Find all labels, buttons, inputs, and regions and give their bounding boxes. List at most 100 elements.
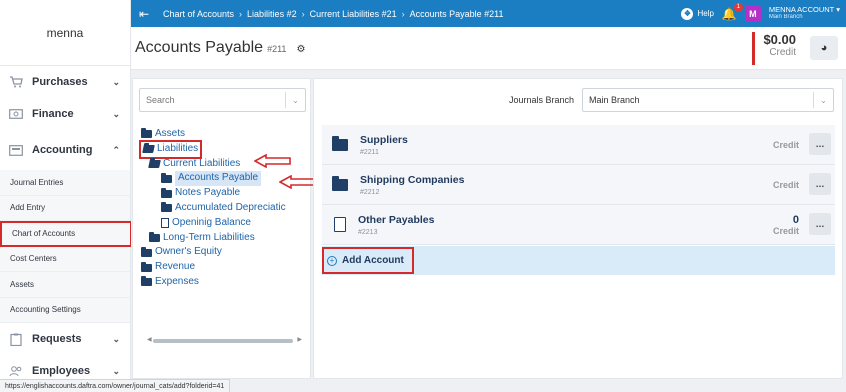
top-right-controls: ❖ Help 🔔 1 M MENNA ACCOUNT ▾ Main Branch [681,0,840,27]
document-icon [326,217,354,232]
collapse-menu-icon[interactable]: ⇤ [133,7,155,21]
account-list: Suppliers #2211 Credit … Shipping Compan… [322,125,835,275]
status-bar-url: https://englishaccounts.daftra.com/owner… [0,379,231,392]
account-row-other-payables[interactable]: Other Payables #2213 0 Credit … [322,205,835,245]
tree-node-label: Revenue [155,261,196,273]
account-row-suppliers[interactable]: Suppliers #2211 Credit … [322,125,835,165]
sidebar-item-finance[interactable]: Finance ⌄ [0,98,130,130]
chevron-down-icon[interactable]: ⌄ [813,92,833,108]
cart-icon [8,75,24,89]
accounts-panel: Journals Branch Main Branch ⌄ Suppliers … [313,78,843,379]
chevron-down-icon[interactable]: ⌄ [285,92,305,108]
chevron-down-icon: ⌄ [112,76,120,87]
horizontal-scrollbar[interactable]: ◀ ▶ [147,336,302,344]
sidebar-item-accounting[interactable]: Accounting ⌃ [0,130,130,170]
sidebar-item-requests[interactable]: Requests ⌄ [0,323,130,355]
chevron-down-icon: ⌄ [112,333,120,344]
accounts-tree-panel: Search ⌄ Assets Liabilities Current Liab… [132,78,316,379]
tree-node-label: Openinig Balance [172,216,251,228]
more-options-button[interactable]: … [809,173,831,195]
more-options-button[interactable]: … [809,213,831,235]
sidebar-lower: Requests ⌄ Employees ⌄ [0,323,130,387]
tree-node-opening-balance[interactable]: Openinig Balance [141,216,286,231]
sidebar-subitem-assets[interactable]: Assets [0,272,130,298]
sidebar-subitem-chart-of-accounts[interactable]: Chart of Accounts [0,221,132,247]
tree-node-revenue[interactable]: Revenue [141,260,286,275]
scrollbar-thumb[interactable] [153,339,293,343]
search-placeholder: Search [146,95,175,105]
tree-node-accounts-payable[interactable]: Accounts Payable [141,171,286,187]
notifications-button[interactable]: 🔔 1 [722,2,743,21]
folder-icon [326,175,354,191]
more-options-button[interactable]: … [809,133,831,155]
account-code: #2213 [358,228,378,236]
calculator-icon [8,143,24,157]
folder-icon [161,187,172,198]
content-area: Search ⌄ Assets Liabilities Current Liab… [131,70,846,379]
accounting-submenu: Journal Entries Add Entry Chart of Accou… [0,170,132,323]
avatar[interactable]: M [744,5,761,22]
breadcrumb-item[interactable]: Chart of Accounts [163,9,234,19]
branch-select-value: Main Branch [589,95,640,105]
tree-node-label: Accumulated Depreciatic [175,201,286,213]
balance-label: Credit [769,47,796,58]
sidebar-subitem-cost-centers[interactable]: Cost Centers [0,247,130,272]
tree-node-label: Expenses [155,275,199,287]
folder-icon [326,135,354,151]
sidebar-subitem-add-entry[interactable]: Add Entry [0,196,130,221]
breadcrumb-item[interactable]: Current Liabilities #21 [310,9,397,19]
account-branch: Main Branch [768,14,803,21]
tree-node-label: Accounts Payable [175,171,262,187]
folder-open-icon [148,159,161,168]
add-account-button[interactable]: + Add Account [322,247,414,274]
tree-node-expenses[interactable]: Expenses [141,275,286,290]
account-code: #2212 [360,188,380,196]
branch-select[interactable]: Main Branch ⌄ [582,88,834,112]
sidebar-item-label: Employees [32,365,91,377]
scroll-left-icon[interactable]: ◀ [147,336,152,343]
document-icon [161,218,169,229]
account-name[interactable]: Suppliers [360,134,408,146]
scroll-right-icon[interactable]: ▶ [297,336,302,343]
sidebar-item-label: Requests [32,333,82,345]
account-balance: Credit [773,180,799,190]
folder-icon [161,202,172,213]
breadcrumb-separator-icon: › [401,8,405,19]
tree-node-notes-payable[interactable]: Notes Payable [141,186,286,201]
page-title-number: #211 [267,44,287,54]
add-account-row: + Add Account [322,246,835,275]
folder-icon [141,246,152,257]
account-name[interactable]: Shipping Companies [360,174,464,186]
pie-chart-button[interactable]: ◕ [810,36,838,60]
plus-circle-icon: + [327,255,337,266]
account-type: Credit [772,139,799,150]
account-name[interactable]: Other Payables [358,214,434,226]
account-info: Suppliers #2211 [360,134,408,156]
tree-node-accumulated-depreciation[interactable]: Accumulated Depreciatic [141,201,286,216]
account-menu[interactable]: MENNA ACCOUNT ▾ Main Branch [769,6,840,20]
account-code: #2211 [360,148,379,156]
page-header: Accounts Payable #211 ⚙ $0.00 Credit ◕ [131,27,846,70]
gear-icon[interactable]: ⚙ [296,44,305,55]
tree-node-label: Current Liabilities [163,157,241,169]
sidebar-subitem-accounting-settings[interactable]: Accounting Settings [0,298,130,323]
brand-name: menna [0,0,130,66]
journals-branch-label: Journals Branch [508,95,574,105]
folder-icon [141,128,152,139]
people-icon [8,364,24,378]
tree-node-owners-equity[interactable]: Owner's Equity [141,245,286,260]
accounts-tree: Assets Liabilities Current Liabilities A… [139,127,286,290]
sidebar-subitem-journal-entries[interactable]: Journal Entries [0,170,130,196]
sidebar-item-purchases[interactable]: Purchases ⌄ [0,66,130,98]
help-button[interactable]: ❖ Help [681,7,714,20]
journals-branch-filter: Journals Branch Main Branch ⌄ [509,88,834,112]
account-row-shipping-companies[interactable]: Shipping Companies #2212 Credit … [322,165,835,205]
pie-chart-icon: ◕ [820,42,828,54]
tree-search-input[interactable]: Search ⌄ [139,88,306,112]
account-name-text: MENNA ACCOUNT [768,5,835,15]
chevron-up-icon: ⌃ [112,144,120,155]
balance-amount: $0.00 [763,32,796,47]
breadcrumb-item[interactable]: Liabilities #2 [247,9,297,19]
tree-node-long-term-liabilities[interactable]: Long-Term Liabilities [141,231,286,246]
clipboard-icon [8,332,24,346]
